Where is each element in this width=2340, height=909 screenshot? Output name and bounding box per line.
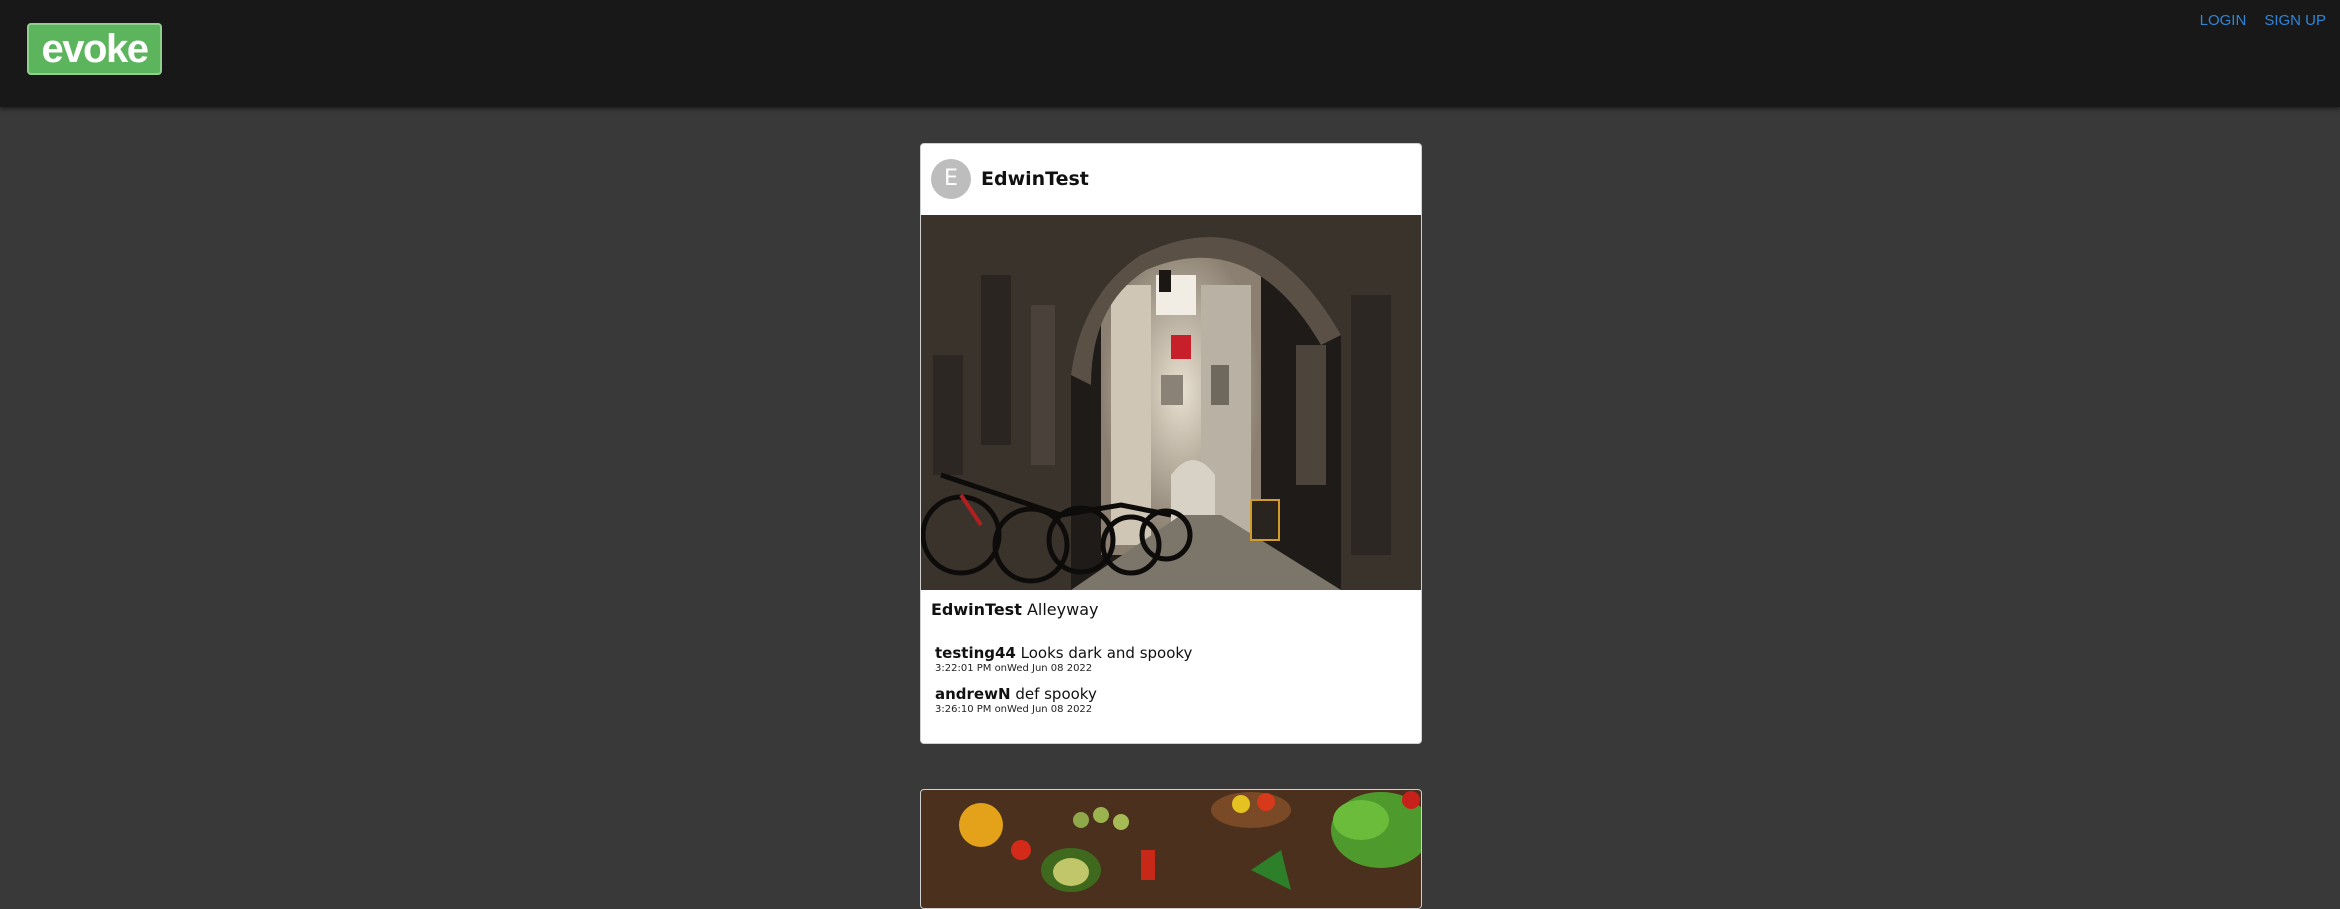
comment-timestamp: 3:22:01 PM onWed Jun 08 2022 xyxy=(935,663,1093,674)
comment-text: def spooky xyxy=(1015,685,1097,703)
post-header: E EdwinTest xyxy=(921,144,1421,215)
comment-timestamp: 3:26:10 PM onWed Jun 08 2022 xyxy=(935,704,1093,715)
comment: andrewN def spooky 3:26:10 PM onWed Jun … xyxy=(935,685,1407,716)
post-card: E EdwinTest EdwinTest Alleyway testing44… xyxy=(920,143,1422,744)
comments-list: testing44 Looks dark and spooky 3:22:01 … xyxy=(921,630,1421,716)
post-author[interactable]: EdwinTest xyxy=(981,168,1089,190)
top-navbar: evoke LOGIN SIGN UP xyxy=(0,0,2340,107)
auth-nav: LOGIN SIGN UP xyxy=(2200,12,2326,29)
signup-link[interactable]: SIGN UP xyxy=(2264,12,2326,29)
avatar[interactable]: E xyxy=(931,159,971,199)
comment: testing44 Looks dark and spooky 3:22:01 … xyxy=(935,644,1407,675)
login-link[interactable]: LOGIN xyxy=(2200,12,2247,29)
caption-text: Alleyway xyxy=(1026,600,1099,619)
post-image[interactable] xyxy=(921,215,1421,590)
comment-line: testing44 Looks dark and spooky xyxy=(935,644,1407,662)
comment-text: Looks dark and spooky xyxy=(1020,644,1193,662)
comment-line: andrewN def spooky xyxy=(935,685,1407,703)
post-image[interactable] xyxy=(921,790,1421,909)
caption-author[interactable]: EdwinTest xyxy=(931,600,1022,619)
post-card xyxy=(920,789,1422,909)
evoke-logo[interactable]: evoke xyxy=(27,23,162,75)
comment-user[interactable]: andrewN xyxy=(935,685,1011,703)
post-caption: EdwinTest Alleyway xyxy=(921,590,1421,630)
comment-user[interactable]: testing44 xyxy=(935,644,1016,662)
